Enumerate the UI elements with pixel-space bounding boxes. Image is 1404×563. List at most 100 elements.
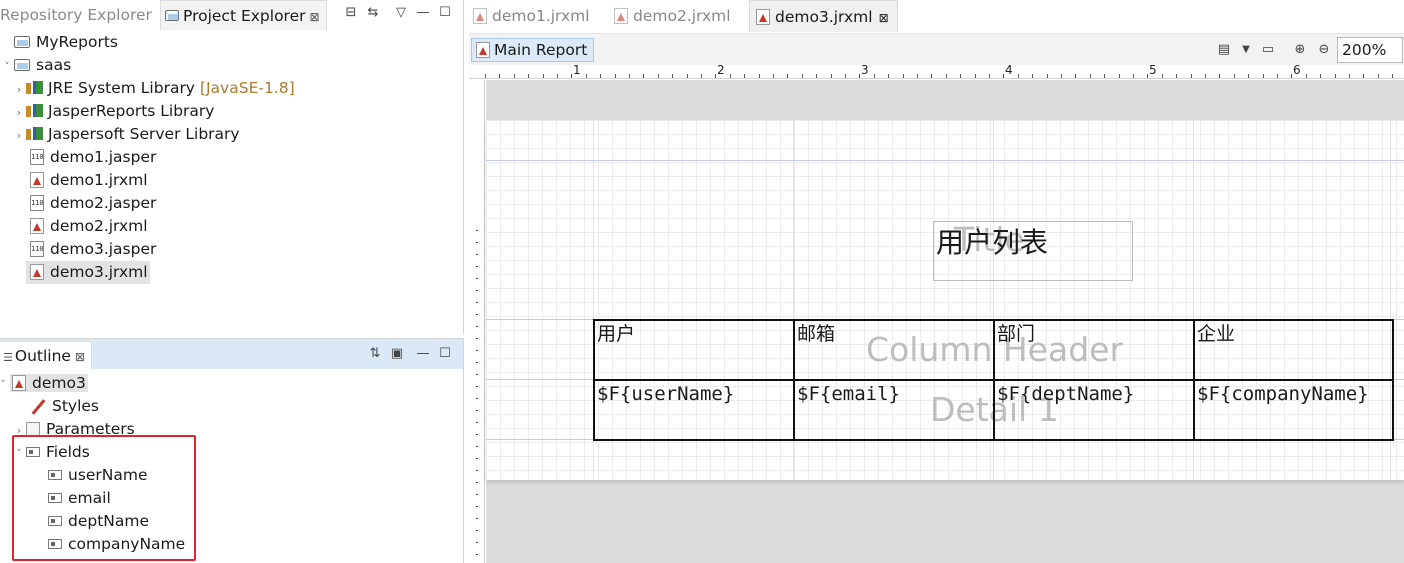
page-layout-icon[interactable]: ▭	[1259, 41, 1277, 59]
column-header-cell[interactable]: 企业	[1193, 319, 1394, 381]
ruler-tick	[499, 74, 500, 78]
tree-item-label: demo1.jrxml	[50, 171, 148, 189]
jrxml-file-icon	[473, 7, 487, 24]
horizontal-ruler: 1 2 3 4 5 6	[469, 63, 1404, 79]
tree-item-demo1-jrxml[interactable]: demo1.jrxml	[16, 169, 148, 192]
expand-icon[interactable]: ›	[12, 78, 26, 101]
ruler-tick	[672, 74, 673, 78]
design-canvas[interactable]: Title Column Header Detail 1 用户列表 用户 邮箱 …	[486, 80, 1404, 563]
tree-item-jasperreports-library[interactable]: › JasperReports Library	[12, 100, 215, 124]
tree-item-label: demo2.jasper	[50, 194, 157, 212]
outline-panel: ☰ Outline ⊠ ⇅ ▣ — ☐ ˅ demo3 Styles › Paramet…	[0, 338, 464, 563]
zoom-out-icon[interactable]: ⊖	[1315, 41, 1333, 59]
expand-icon[interactable]: ›	[12, 124, 26, 147]
jasper-file-icon: 110	[30, 194, 44, 211]
ruler-number: 2	[717, 63, 725, 77]
tree-item-demo3-jasper[interactable]: 110 demo3.jasper	[16, 238, 156, 261]
detail-field-cell[interactable]: $F{deptName}	[993, 379, 1195, 441]
ruler-tick	[989, 74, 990, 78]
sort-icon[interactable]: ⇅	[366, 345, 384, 363]
outline-item-report[interactable]: ˅ demo3	[0, 372, 88, 395]
tab-demo2-jrxml[interactable]: demo2.jrxml	[614, 0, 731, 32]
tree-item-jaspersoft-server-library[interactable]: › Jaspersoft Server Library	[12, 123, 240, 146]
tree-item-label: JasperReports Library	[48, 102, 215, 120]
column-header-cell[interactable]: 用户	[593, 319, 795, 381]
collapse-icon[interactable]: ˅	[0, 373, 10, 396]
close-icon[interactable]: ⊠	[879, 11, 889, 25]
main-report-button[interactable]: Main Report	[471, 38, 595, 62]
zoom-level-select[interactable]: 200%	[1337, 37, 1403, 63]
column-header-text: 邮箱	[797, 323, 836, 345]
ruler-tick	[476, 338, 478, 339]
close-icon[interactable]: ⊠	[310, 10, 320, 24]
maximize-icon[interactable]: ☐	[436, 4, 454, 22]
outline-view-icon[interactable]: ▣	[388, 345, 406, 363]
ruler-number: 3	[861, 63, 869, 77]
ruler-tick	[476, 530, 478, 531]
title-static-text[interactable]: 用户列表	[933, 221, 1133, 281]
collapse-all-icon[interactable]: ⊟	[342, 4, 360, 22]
tree-item-myreports[interactable]: MyReports	[0, 31, 118, 54]
tree-item-jre-library[interactable]: › JRE System Library [JavaSE-1.8]	[12, 77, 295, 100]
tab-project-explorer[interactable]: Project Explorer ⊠	[160, 0, 327, 30]
tree-item-saas[interactable]: ˅ saas	[0, 54, 71, 77]
detail-field-cell[interactable]: $F{userName}	[593, 379, 795, 441]
outline-item-label: demo3	[32, 374, 86, 392]
column-header-text: 用户	[597, 323, 636, 345]
link-with-editor-icon[interactable]: ⇆	[364, 4, 382, 22]
tree-item-demo2-jasper[interactable]: 110 demo2.jasper	[16, 192, 156, 215]
tree-item-demo1-jasper[interactable]: 110 demo1.jasper	[16, 146, 156, 169]
tab-outline[interactable]: ☰ Outline ⊠	[0, 341, 93, 369]
zoom-in-icon[interactable]: ⊕	[1291, 41, 1309, 59]
tree-item-label: demo3.jasper	[50, 240, 157, 258]
ruler-tick	[1061, 74, 1062, 78]
project-explorer-panel: Repository Explorer Project Explorer ⊠ ⊟ …	[0, 0, 464, 334]
ruler-tick	[687, 74, 688, 78]
ruler-tick	[1291, 74, 1292, 78]
outline-item-label: Styles	[52, 397, 100, 415]
tab-demo1-jrxml[interactable]: demo1.jrxml	[473, 0, 590, 32]
close-icon[interactable]: ⊠	[75, 350, 85, 364]
collapse-icon[interactable]: ˅	[0, 55, 14, 78]
ruler-tick	[476, 398, 478, 399]
ruler-tick	[802, 74, 803, 78]
expand-icon[interactable]: ›	[12, 101, 26, 124]
ruler-tick	[960, 74, 961, 78]
ruler-tick	[557, 74, 558, 78]
ruler-tick	[658, 74, 659, 78]
outline-item-styles[interactable]: Styles	[16, 395, 99, 418]
jasper-file-icon: 110	[30, 148, 44, 165]
preview-data-icon[interactable]: ▤	[1215, 41, 1233, 59]
ruler-tick	[615, 74, 616, 78]
maximize-icon[interactable]: ☐	[436, 345, 454, 363]
detail-field-cell[interactable]: $F{companyName}	[1193, 379, 1394, 441]
tree-item-label: demo1.jasper	[50, 148, 157, 166]
minimize-icon[interactable]: —	[414, 345, 432, 363]
ruler-tick	[1363, 74, 1364, 78]
ruler-tick	[1320, 74, 1321, 78]
editor-toolbar: Main Report ▤ ▼ ▭ ⊕ ⊖ 200%	[469, 33, 1404, 65]
column-header-cell[interactable]: 部门	[993, 319, 1195, 381]
title-text: 用户列表	[936, 226, 1049, 259]
ruler-tick	[514, 74, 515, 78]
minimize-icon[interactable]: —	[414, 4, 432, 22]
detail-field-text: $F{email}	[797, 383, 900, 405]
report-icon	[12, 374, 26, 391]
ruler-tick	[476, 242, 478, 243]
ruler-tick	[1349, 74, 1350, 78]
ruler-tick	[1205, 74, 1206, 78]
tab-repository-explorer[interactable]: Repository Explorer	[0, 0, 152, 30]
tree-item-label: demo3.jrxml	[50, 263, 148, 281]
ruler-tick	[1018, 74, 1019, 78]
ruler-tick	[476, 470, 478, 471]
dropdown-arrow-icon[interactable]: ▼	[1237, 41, 1255, 59]
column-header-cell[interactable]: 邮箱	[793, 319, 995, 381]
detail-field-cell[interactable]: $F{email}	[793, 379, 995, 441]
tab-demo3-jrxml[interactable]: demo3.jrxml ⊠	[749, 0, 898, 32]
view-menu-icon[interactable]: ▽	[392, 4, 410, 22]
ruler-tick	[1306, 74, 1307, 78]
ruler-tick	[485, 74, 486, 78]
tree-item-demo3-jrxml[interactable]: demo3.jrxml	[26, 261, 150, 284]
jrxml-file-icon	[756, 8, 770, 25]
tree-item-demo2-jrxml[interactable]: demo2.jrxml	[16, 215, 148, 238]
